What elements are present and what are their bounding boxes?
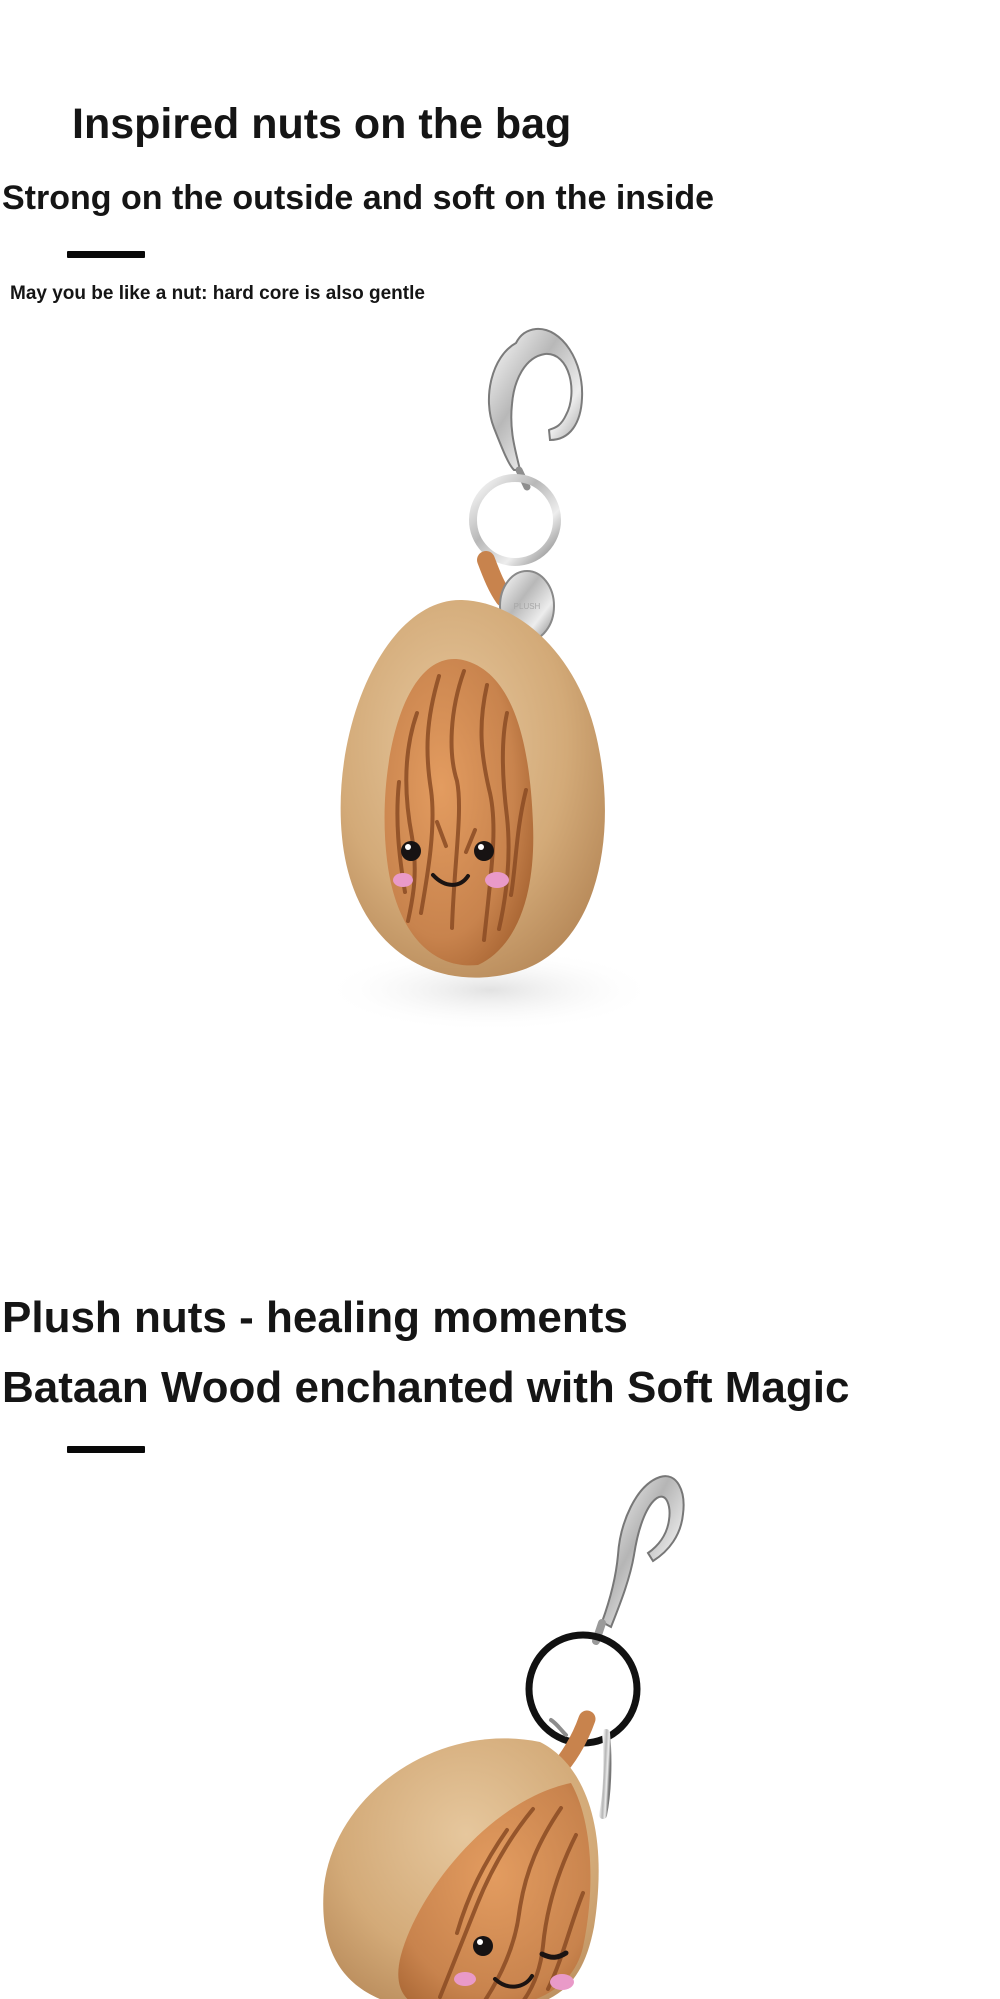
tag-text: PLUSH — [514, 602, 541, 611]
almond-plush-keychain-photo-2 — [323, 1475, 685, 1999]
almond-plush-keychain-photo: PLUSH — [322, 327, 658, 1032]
keychain-clasp-icon — [592, 1475, 685, 1645]
section-1-divider — [67, 251, 145, 258]
side-tag-icon — [599, 1729, 612, 1819]
section-1-subtitle: Strong on the outside and soft on the in… — [2, 179, 715, 217]
section-1-tagline: May you be like a nut: hard core is also… — [10, 283, 425, 304]
section-2-divider — [67, 1446, 145, 1453]
split-ring-icon — [469, 474, 561, 566]
section-1-title: Inspired nuts on the bag — [72, 100, 572, 148]
almond-plush-icon — [323, 1738, 599, 1999]
keychain-clasp-icon — [487, 327, 584, 491]
almond-plush-icon — [340, 599, 605, 978]
section-2-subtitle: Bataan Wood enchanted with Soft Magic — [2, 1363, 850, 1412]
section-2-title: Plush nuts - healing moments — [2, 1293, 628, 1342]
